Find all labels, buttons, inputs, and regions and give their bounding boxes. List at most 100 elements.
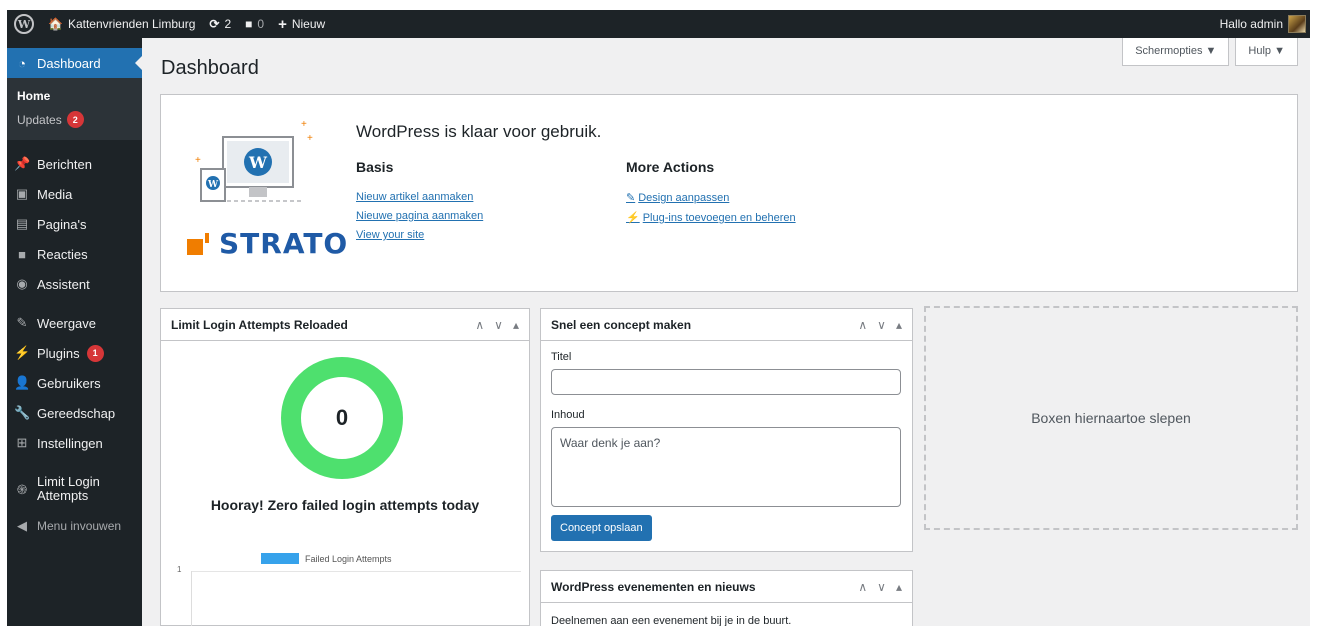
widget-header: Limit Login Attempts Reloaded ∧ ∨ ▴ [161, 309, 529, 341]
view-site-link[interactable]: View your site [356, 229, 483, 241]
new-content-button[interactable]: + Nieuw [271, 10, 332, 38]
sidebar-item-label: Assistent [37, 276, 90, 292]
sidebar-item-weergave[interactable]: ✎ Weergave [7, 308, 142, 338]
brush-icon: ✎ [626, 192, 636, 204]
sidebar-item-paginas[interactable]: ▤ Pagina's [7, 209, 142, 239]
move-down-icon[interactable]: ∨ [494, 318, 503, 332]
site-name-label: Kattenvrienden Limburg [67, 17, 196, 31]
sidebar-item-label: Weergave [37, 315, 97, 331]
move-up-icon[interactable]: ∧ [858, 318, 867, 332]
sidebar-item-label: Reacties [37, 246, 88, 262]
assistant-icon: ◉ [16, 276, 28, 291]
widget-title: WordPress evenementen en nieuws [551, 579, 756, 594]
account-menu[interactable]: Hallo admin [1213, 10, 1310, 38]
chart-y-axis [191, 571, 192, 626]
strato-mark-icon [187, 232, 209, 255]
submenu-updates[interactable]: Updates 2 [7, 107, 142, 132]
brush-icon: ✎ [16, 315, 28, 330]
users-icon: 👤 [14, 375, 31, 390]
collapse-menu-button[interactable]: ◀ Menu invouwen [7, 511, 142, 541]
collapse-icon: ◀ [17, 518, 27, 533]
pin-icon: 📌 [14, 156, 31, 171]
move-down-icon[interactable]: ∨ [877, 580, 886, 594]
welcome-panel: W W + + + STRATO WordPress is klaar voor… [160, 94, 1298, 292]
toggle-icon[interactable]: ▴ [896, 580, 902, 594]
screen-meta-links: Schermopties ▼ Hulp ▼ [1122, 38, 1298, 66]
plus-icon: + [278, 15, 287, 33]
sidebar-item-dashboard[interactable]: ◔ Dashboard [7, 48, 143, 78]
updates-link[interactable]: ⟳ 2 [202, 10, 238, 38]
content-label: Inhoud [551, 409, 585, 421]
sidebar-item-label: Dashboard [37, 55, 101, 71]
widget-controls: ∧ ∨ ▴ [475, 318, 519, 332]
sidebar-item-media[interactable]: ▣ Media [7, 179, 142, 209]
basis-column: Basis Nieuw artikel aanmaken Nieuwe pagi… [356, 159, 483, 248]
sidebar-item-assistent[interactable]: ◉ Assistent [7, 269, 142, 299]
sidebar-item-limit-login[interactable]: ֍ Limit Login Attempts [7, 467, 142, 511]
failed-attempts-count: 0 [335, 405, 349, 430]
refresh-icon: ⟳ [209, 17, 220, 31]
toggle-icon[interactable]: ▴ [513, 318, 519, 332]
greeting: Hallo admin [1219, 17, 1283, 31]
sidebar-item-berichten[interactable]: 📌 Berichten [7, 149, 142, 179]
sidebar-item-plugins[interactable]: ⚡ Plugins 1 [7, 338, 142, 368]
submenu-home[interactable]: Home [7, 85, 142, 107]
updates-badge: 2 [66, 111, 84, 128]
new-page-link[interactable]: Nieuwe pagina aanmaken [356, 210, 483, 222]
svg-text:W: W [207, 180, 219, 190]
avatar [1288, 15, 1306, 33]
comment-icon: ■ [245, 17, 253, 31]
wordpress-logo-button[interactable]: W [7, 10, 41, 38]
widget-title: Snel een concept maken [551, 317, 692, 332]
wrench-icon: 🔧 [14, 405, 31, 420]
quick-draft-widget: Snel een concept maken ∧ ∨ ▴ Titel Inhou… [540, 308, 913, 552]
admin-sidebar: ◔ Dashboard Home Updates 2 📌 Berichten ▣… [7, 38, 143, 626]
strato-wordmark: STRATO [219, 227, 349, 260]
link-label: Design aanpassen [638, 192, 730, 204]
site-name-link[interactable]: 🏠 Kattenvrienden Limburg [41, 10, 202, 38]
customize-design-link[interactable]: ✎ Design aanpassen [626, 191, 796, 204]
comments-link[interactable]: ■ 0 [238, 10, 271, 38]
home-icon: 🏠 [48, 17, 63, 31]
sidebar-item-label: Pagina's [37, 216, 87, 232]
submenu-label: Updates [17, 112, 62, 127]
sidebar-item-label: Instellingen [37, 435, 103, 451]
toggle-icon[interactable]: ▴ [896, 318, 902, 332]
svg-text:+: + [307, 133, 313, 144]
title-label: Titel [551, 351, 572, 363]
sidebar-item-reacties[interactable]: ■ Reacties [7, 239, 142, 269]
manage-plugins-link[interactable]: ⚡ Plug-ins toevoegen en beheren [626, 211, 796, 224]
settings-icon: ⊞ [16, 435, 28, 450]
svg-text:+: + [195, 155, 201, 166]
plugin-icon: ⚡ [14, 345, 31, 360]
draft-content-textarea[interactable]: Waar denk je aan? [551, 427, 901, 507]
fingerprint-icon: ֍ [16, 482, 28, 497]
sidebar-item-label: Gereedschap [37, 405, 116, 421]
zero-failed-message: Hooray! Zero failed login attempts today [210, 497, 480, 513]
move-up-icon[interactable]: ∧ [858, 580, 867, 594]
move-down-icon[interactable]: ∨ [877, 318, 886, 332]
sidebar-item-gebruikers[interactable]: 👤 Gebruikers [7, 368, 142, 398]
save-draft-button[interactable]: Concept opslaan [551, 515, 652, 541]
help-button[interactable]: Hulp ▼ [1235, 38, 1298, 66]
comments-count: 0 [257, 17, 265, 31]
admin-bar: W 🏠 Kattenvrienden Limburg ⟳ 2 ■ 0 + Nie… [7, 10, 1310, 38]
widget-controls: ∧ ∨ ▴ [858, 318, 902, 332]
move-up-icon[interactable]: ∧ [475, 318, 484, 332]
basis-heading: Basis [356, 159, 394, 175]
empty-dropzone[interactable]: Boxen hiernaartoe slepen [924, 306, 1298, 530]
link-label: Plug-ins toevoegen en beheren [642, 212, 796, 224]
sidebar-item-instellingen[interactable]: ⊞ Instellingen [7, 428, 142, 458]
new-post-link[interactable]: Nieuw artikel aanmaken [356, 191, 483, 203]
more-actions-column: More Actions ✎ Design aanpassen ⚡ Plug-ins… [626, 159, 796, 231]
sidebar-item-gereedschap[interactable]: 🔧 Gereedschap [7, 398, 142, 428]
draft-title-input[interactable] [551, 369, 901, 395]
llar-widget: Limit Login Attempts Reloaded ∧ ∨ ▴ 0 Ho… [160, 308, 530, 626]
strato-logo: STRATO [187, 227, 348, 260]
sidebar-item-label: Plugins [37, 345, 80, 361]
welcome-title: WordPress is klaar voor gebruik. [356, 122, 602, 141]
page-icon: ▤ [15, 216, 29, 231]
dashboard-icon: ◔ [18, 55, 26, 71]
screen-options-button[interactable]: Schermopties ▼ [1122, 38, 1230, 66]
sidebar-item-label: Media [37, 186, 73, 202]
